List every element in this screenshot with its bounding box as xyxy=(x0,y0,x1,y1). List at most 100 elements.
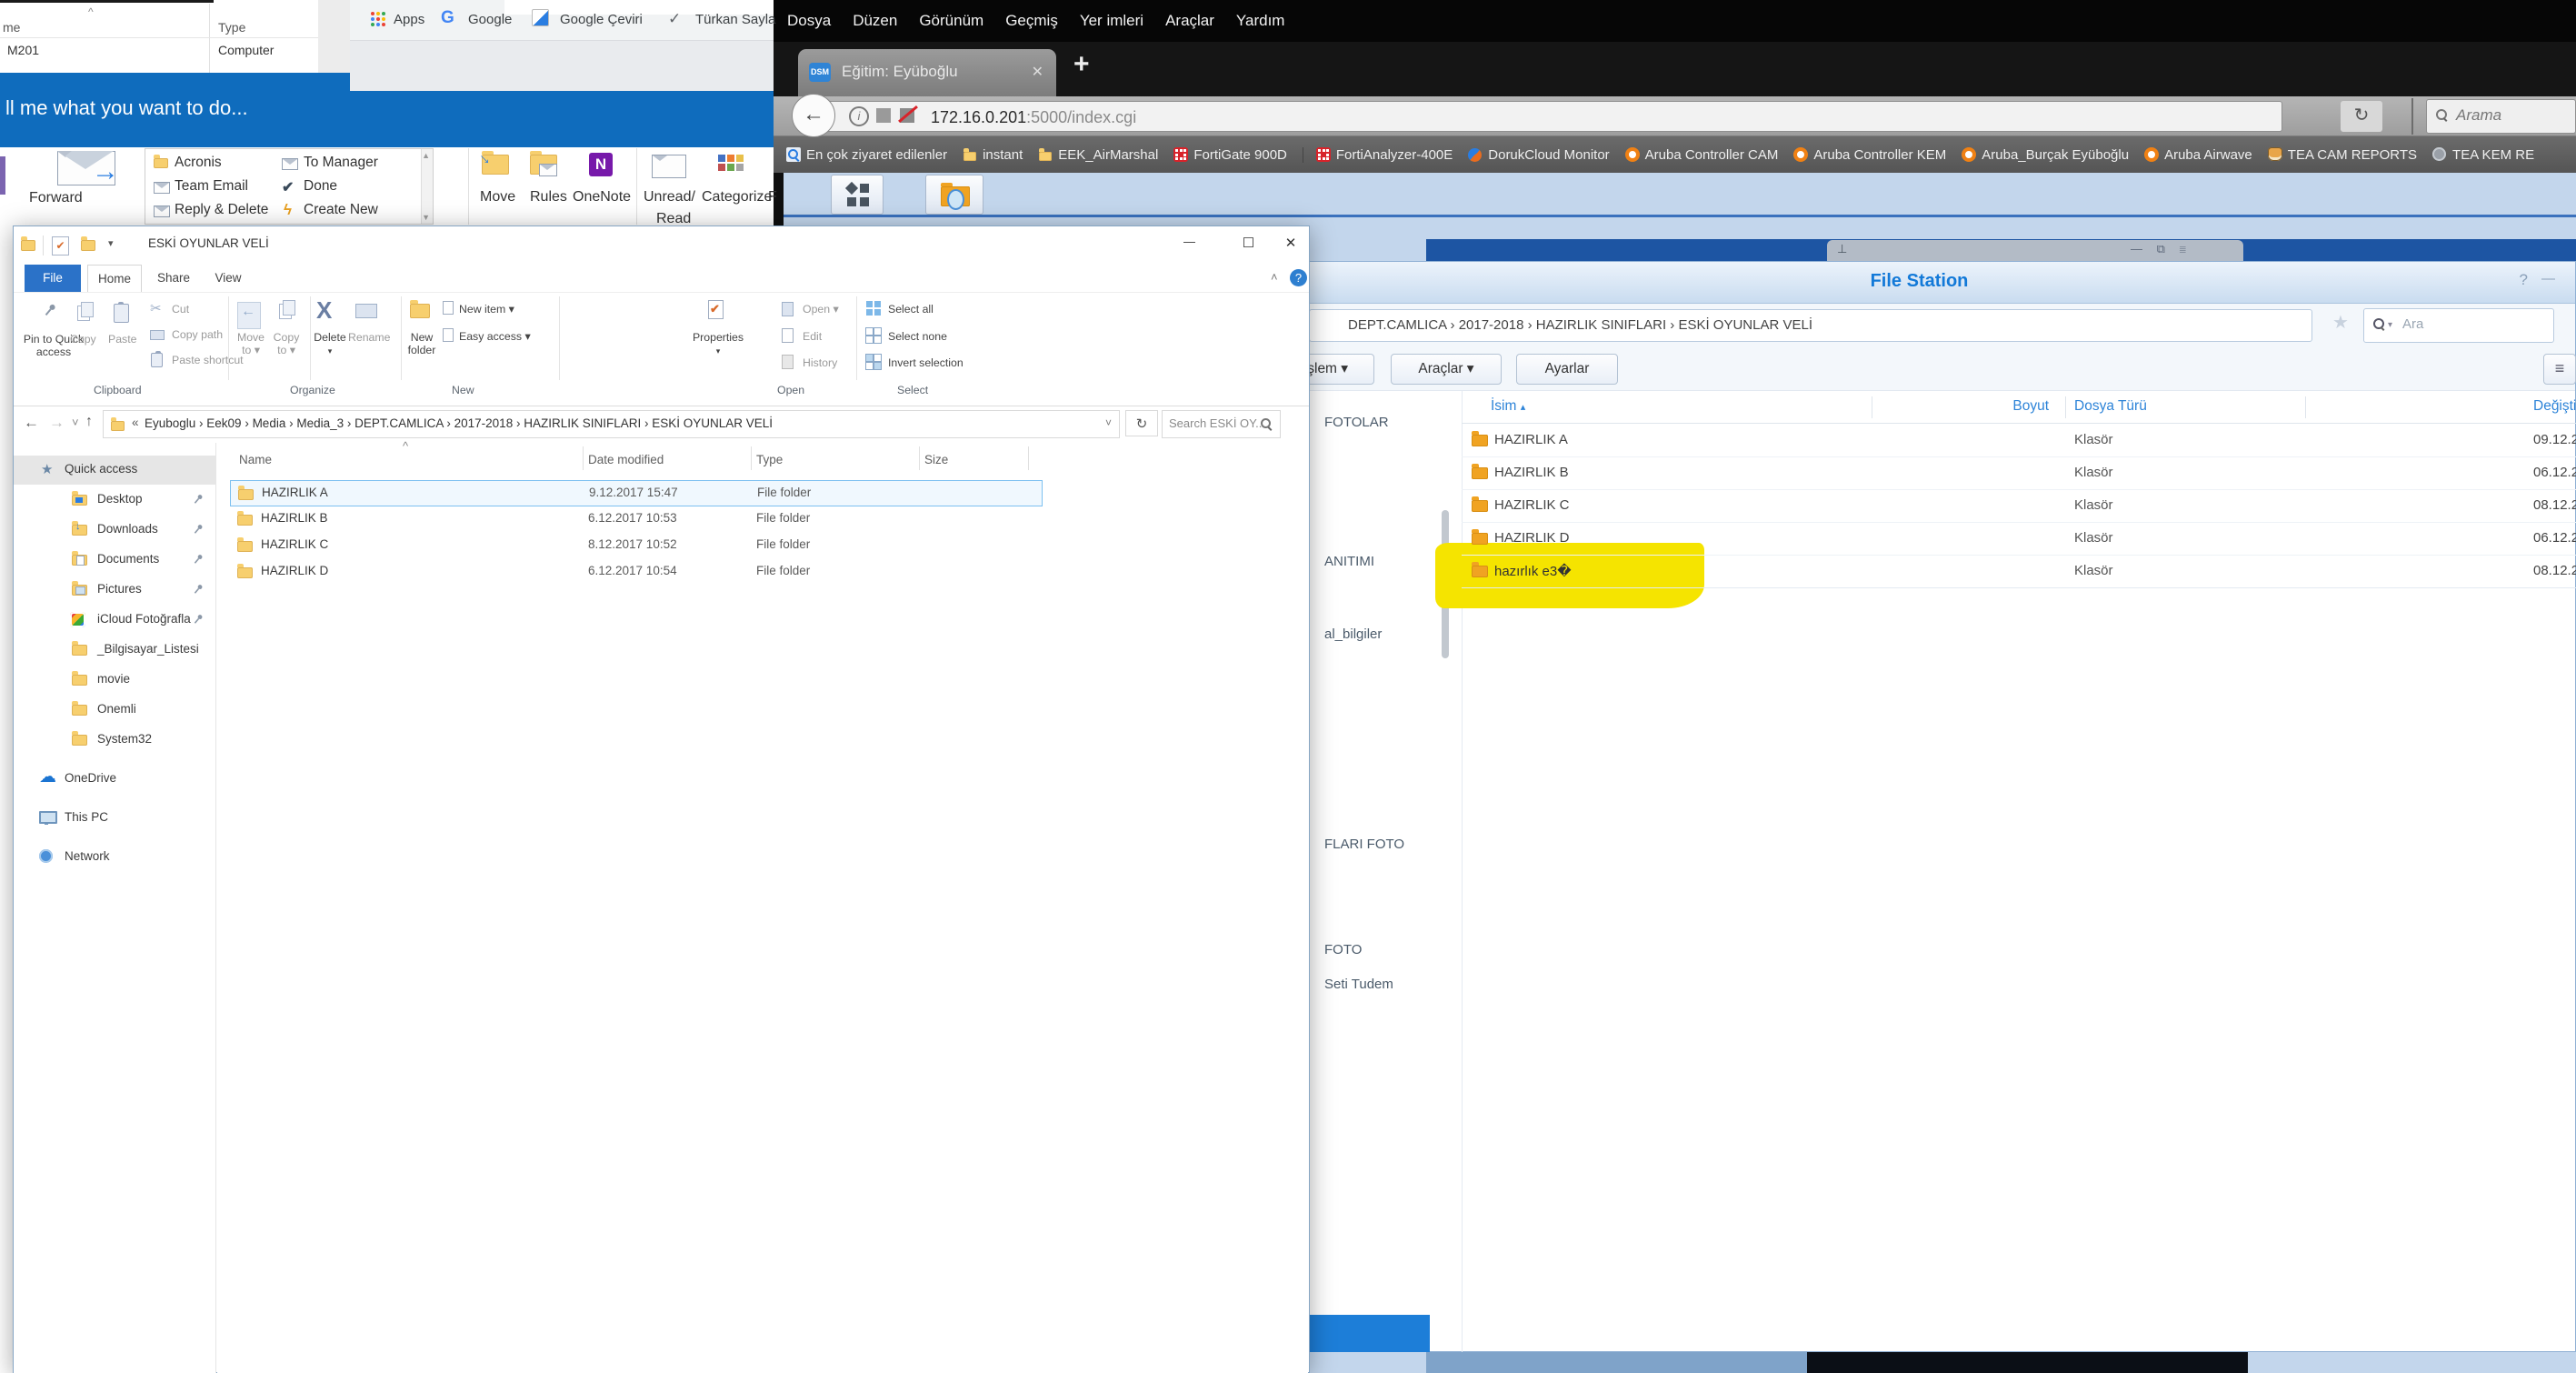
sidebar-quick-access[interactable]: ★ Quick access xyxy=(14,456,216,485)
bookmark-most-visited[interactable]: En çok ziyaret edilenler xyxy=(786,147,947,163)
properties-button[interactable]: Properties▾ xyxy=(690,331,746,356)
col-type[interactable]: Type xyxy=(756,453,783,466)
tree-item-fragment[interactable]: FOTOLAR xyxy=(1324,415,1389,430)
fs-row[interactable]: HAZIRLIK D Klasör 06.12.2017 xyxy=(1462,523,2576,556)
nav-forward-icon[interactable]: → xyxy=(49,414,65,432)
minimize-button[interactable]: — xyxy=(1169,235,1210,248)
help-icon[interactable]: ? xyxy=(2520,271,2528,289)
fs-col-size[interactable]: Boyut xyxy=(1971,398,2049,415)
menu-yerimleri[interactable]: Yer imleri xyxy=(1080,12,1143,30)
move-button[interactable]: Move xyxy=(480,189,515,205)
col-name[interactable]: Name xyxy=(239,453,272,466)
chrome-bookmark-translate[interactable]: Google Çeviri xyxy=(560,12,643,27)
quickstep-reply-delete[interactable]: Reply & Delete xyxy=(175,202,268,218)
favorite-star-icon[interactable]: ★ xyxy=(2332,311,2349,334)
copy-to-button[interactable]: Copyto ▾ xyxy=(270,331,303,356)
copy-path-button[interactable]: Copy path xyxy=(172,328,223,341)
bookmark-eek-airmarshal[interactable]: EEK_AirMarshal xyxy=(1038,147,1158,163)
bookmark-aruba-cam[interactable]: Aruba Controller CAM xyxy=(1625,147,1779,163)
rename-button[interactable]: Rename xyxy=(348,331,390,344)
col-size[interactable]: Size xyxy=(924,453,948,466)
fs-row[interactable]: HAZIRLIK A Klasör 09.12.2017 xyxy=(1462,425,2576,457)
fs-col-type[interactable]: Dosya Türü xyxy=(2074,398,2147,415)
sidebar-item-thispc[interactable]: This PC xyxy=(14,804,216,833)
nav-recent-icon[interactable]: ˅ xyxy=(72,416,79,429)
forward-button[interactable]: Forward xyxy=(29,190,83,206)
bookmark-aruba-airwave[interactable]: Aruba Airwave xyxy=(2144,147,2252,163)
fs-row[interactable]: HAZIRLIK B Klasör 06.12.2017 xyxy=(1462,457,2576,490)
select-none-button[interactable]: Select none xyxy=(888,330,947,343)
apps-grid-icon[interactable] xyxy=(371,12,374,15)
sidebar-item-downloads[interactable]: ↓ Downloads xyxy=(14,516,216,545)
row-name[interactable]: M201 xyxy=(7,43,39,57)
sidebar-item-icloud[interactable]: iCloud Fotoğrafla xyxy=(14,606,216,635)
nav-up-icon[interactable]: ↑ xyxy=(85,414,93,430)
dsm-main-menu-button[interactable] xyxy=(831,175,884,215)
paste-shortcut-button[interactable]: Paste shortcut xyxy=(172,354,244,366)
view-mode-button[interactable]: ≡ xyxy=(2543,354,2576,385)
close-button[interactable]: ✕ xyxy=(1273,235,1308,251)
bookmark-instant[interactable]: instant xyxy=(963,147,1023,163)
categorize-button[interactable]: Categorize xyxy=(702,189,772,205)
menu-dosya[interactable]: Dosya xyxy=(787,12,831,30)
fs-col-modified[interactable]: Değiştirm xyxy=(2533,398,2576,415)
col-header-type[interactable]: Type xyxy=(218,20,245,35)
ribbon-collapse-icon[interactable]: ˄ xyxy=(1271,270,1278,284)
onenote-button[interactable]: OneNote xyxy=(573,189,631,205)
explorer-titlebar[interactable]: ✔ ▾ ESKİ OYUNLAR VELİ — ☐ ✕ xyxy=(14,226,1309,265)
search-box[interactable]: Arama xyxy=(2426,99,2576,134)
quickstep-to-manager[interactable]: To Manager xyxy=(304,155,378,171)
rules-button[interactable]: Rules xyxy=(530,189,567,205)
bookmark-aruba-kem[interactable]: Aruba Controller KEM xyxy=(1793,147,1946,163)
unread-button[interactable]: Unread/ xyxy=(644,189,695,205)
qat-caret-icon[interactable]: ▾ xyxy=(108,237,114,249)
tab-close-icon[interactable]: ✕ xyxy=(1032,63,1043,81)
menu-duzen[interactable]: Düzen xyxy=(853,12,897,30)
sidebar-item-network[interactable]: Network xyxy=(14,843,216,872)
file-row[interactable]: HAZIRLIK B 6.12.2017 10:53 File folder xyxy=(230,506,1043,533)
quickstep-create-new[interactable]: Create New xyxy=(304,202,378,218)
tab-file[interactable]: File xyxy=(25,265,81,292)
refresh-button[interactable]: ↻ xyxy=(1125,410,1158,436)
minimize-icon[interactable]: — xyxy=(2541,271,2555,286)
sidebar-item-onedrive[interactable]: ☁ OneDrive xyxy=(14,765,216,794)
permissions-icon[interactable] xyxy=(876,108,891,123)
fs-row-highlighted[interactable]: hazırlık e3� Klasör 08.12.2017 xyxy=(1462,556,2576,588)
tree-item-fragment[interactable]: FOTO xyxy=(1324,942,1362,957)
tree-item-fragment[interactable]: Seti Tudem xyxy=(1324,977,1393,992)
select-all-button[interactable]: Select all xyxy=(888,303,934,316)
quickstep-team-email[interactable]: Team Email xyxy=(175,178,248,195)
fs-search-box[interactable]: ▾ Ara xyxy=(2363,308,2554,343)
browser-tab[interactable]: DSM Eğitim: Eyüboğlu ✕ xyxy=(798,49,1056,96)
file-row-selected[interactable]: HAZIRLIK A 9.12.2017 15:47 File folder xyxy=(230,480,1043,506)
qat-newfolder-icon[interactable] xyxy=(81,240,95,251)
invert-selection-button[interactable]: Invert selection xyxy=(888,356,964,369)
tree-item-fragment[interactable]: FLARI FOTO xyxy=(1324,837,1404,852)
sidebar-item-bilgisayar[interactable]: _Bilgisayar_Listesi xyxy=(14,636,216,665)
new-tab-icon[interactable]: + xyxy=(1073,49,1090,80)
explorer-help-icon[interactable]: ? xyxy=(1290,269,1307,286)
quickstep-acronis[interactable]: Acronis xyxy=(175,155,222,171)
fs-col-name[interactable]: İsim ▴ xyxy=(1491,398,1525,415)
menu-gecmis[interactable]: Geçmiş xyxy=(1005,12,1058,30)
chrome-bookmark-turkan[interactable]: Türkan Sayla xyxy=(695,12,775,27)
dsm-file-station-button[interactable] xyxy=(925,175,983,215)
maximize-button[interactable]: ☐ xyxy=(1228,235,1269,251)
tree-item-fragment[interactable]: al_bilgiler xyxy=(1324,626,1382,642)
sidebar-item-desktop[interactable]: Desktop xyxy=(14,486,216,515)
address-caret[interactable]: ˅ xyxy=(1105,416,1112,429)
move-to-button[interactable]: Moveto ▾ xyxy=(235,331,267,356)
open-button[interactable]: Open ▾ xyxy=(803,303,839,316)
background-window-controls[interactable]: — ⧉ ≣ xyxy=(2131,242,2192,256)
quickstep-done[interactable]: Done xyxy=(304,178,337,195)
fs-row[interactable]: HAZIRLIK C Klasör 08.12.2017 xyxy=(1462,490,2576,523)
new-item-button[interactable]: New item ▾ xyxy=(459,303,514,316)
blue-button-fragment[interactable] xyxy=(1306,1315,1430,1352)
bookmark-tea-cam[interactable]: TEA CAM REPORTS xyxy=(2268,147,2417,163)
sidebar-item-onemli[interactable]: Onemli xyxy=(14,696,216,725)
paste-button[interactable]: Paste xyxy=(108,333,136,346)
tab-home[interactable]: Home xyxy=(87,265,142,292)
file-row[interactable]: HAZIRLIK D 6.12.2017 10:54 File folder xyxy=(230,559,1043,586)
col-header-name-fragment[interactable]: me xyxy=(3,20,20,35)
reload-button[interactable]: ↻ xyxy=(2341,101,2382,132)
